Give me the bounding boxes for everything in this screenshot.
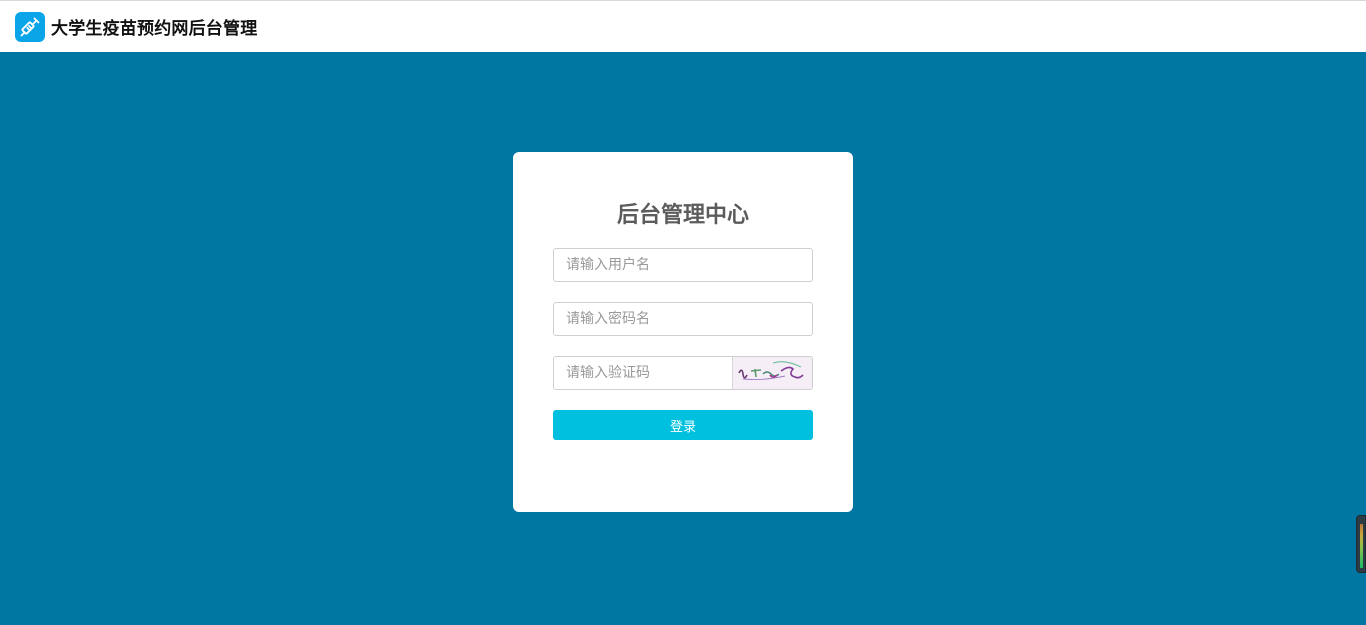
login-title: 后台管理中心 — [616, 203, 749, 228]
meter-bar — [1360, 524, 1363, 568]
captcha-row — [553, 356, 813, 390]
syringe-icon — [15, 11, 45, 42]
site-title: 大学生疫苗预约网后台管理 — [51, 19, 258, 39]
level-meter-icon[interactable] — [1356, 515, 1366, 573]
login-card: 后台管理中心 登录 — [513, 152, 853, 512]
username-input[interactable] — [553, 248, 813, 282]
captcha-input[interactable] — [554, 357, 732, 389]
password-input[interactable] — [553, 302, 813, 336]
captcha-image[interactable] — [732, 357, 812, 389]
login-button[interactable]: 登录 — [553, 410, 813, 440]
top-header: 大学生疫苗预约网后台管理 — [0, 0, 1366, 52]
